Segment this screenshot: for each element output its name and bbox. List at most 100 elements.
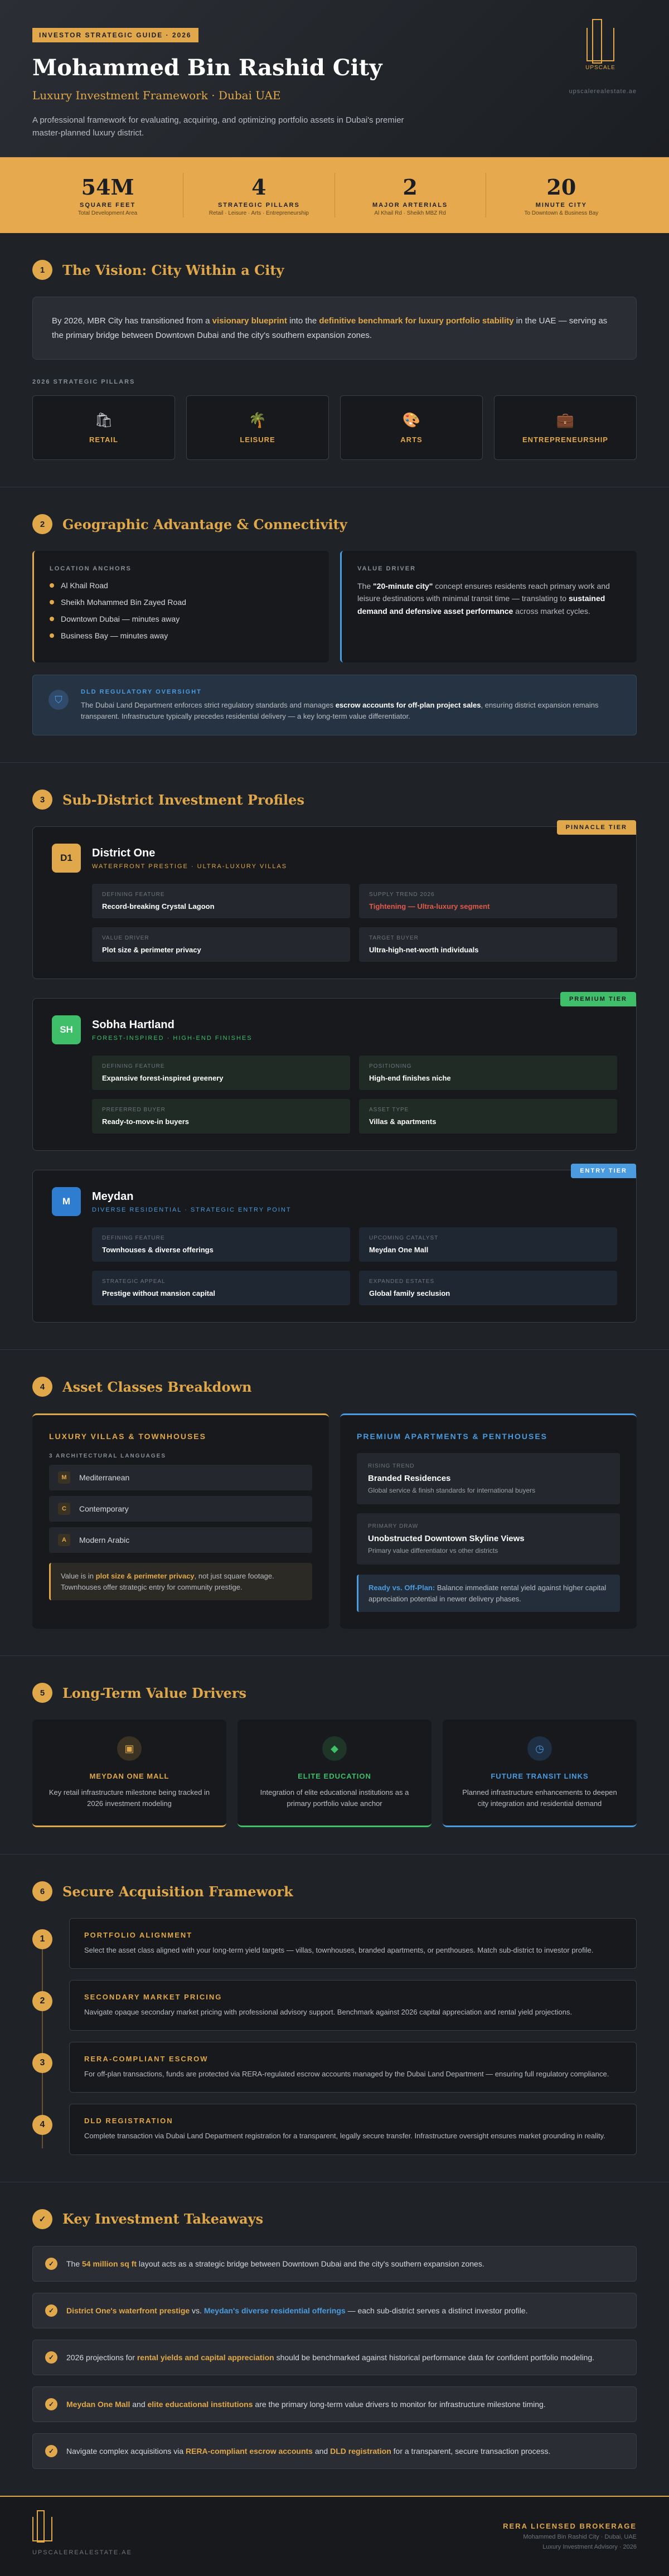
section-number: 2 <box>32 514 52 534</box>
check-icon: ✓ <box>45 2351 57 2364</box>
check-icon: ✓ <box>45 2398 57 2410</box>
list-item: A Modern Arabic <box>49 1527 312 1553</box>
list-item: Al Khail Road <box>50 581 313 590</box>
yield-note: Ready vs. Off-Plan: Balance immediate re… <box>357 1575 620 1612</box>
stat-caption: Total Development Area <box>78 210 138 216</box>
step-item: 3 RERA-COMPLIANT ESCROW For off-plan trans… <box>32 2042 637 2093</box>
district-name: Meydan <box>92 1190 134 1203</box>
list-item: M Mediterranean <box>49 1465 312 1490</box>
page-subtitle: Luxury Investment Framework · Dubai UAE <box>32 89 281 102</box>
stat-label: MINUTE CITY <box>535 201 588 209</box>
section-asset-classes: 4 Asset Classes Breakdown LUXURY VILLAS &… <box>0 1350 669 1656</box>
district-icon: M <box>52 1187 81 1216</box>
villas-card: LUXURY VILLAS & TOWNHOUSES 3 ARCHITECTUR… <box>32 1413 329 1629</box>
step-item: 4 DLD REGISTRATION Complete transaction vi… <box>32 2104 637 2155</box>
stat-number: 4 <box>251 174 266 200</box>
tier-badge: ENTRY TIER <box>571 1164 636 1178</box>
stat-item: 4 STRATEGIC PILLARS Retail · Leisure · Art… <box>183 173 335 217</box>
list-item: Business Bay — minutes away <box>50 631 313 640</box>
stat-label: STRATEGIC PILLARS <box>217 201 300 209</box>
stat-item: 54M SQUARE FEET Total Development Area <box>32 173 184 217</box>
takeaway-item: ✓ District One's waterfront prestige vs. … <box>32 2292 637 2328</box>
pillars-grid: 🛍 RETAIL 🌴 LEISURE 🎨 ARTS 💼 ENTREPRENEURSHIP <box>32 395 637 460</box>
clock-icon: ◷ <box>527 1736 552 1761</box>
stat-number: 2 <box>403 174 418 200</box>
takeaway-item: ✓ The 54 million sq ft layout acts as a s… <box>32 2245 637 2282</box>
brand-logo[interactable]: UPSCALE upscalerealestate.ae <box>564 19 637 95</box>
section-title: Asset Classes Breakdown <box>62 1378 252 1395</box>
tier-badge: PINNACLE TIER <box>556 820 636 835</box>
section-title: Long-Term Value Drivers <box>62 1684 246 1701</box>
driver-card: ◷ FUTURE TRANSIT LINKS Planned infrastruct… <box>443 1720 637 1827</box>
section-number: 4 <box>32 1377 52 1397</box>
stat-number: 54M <box>81 174 134 200</box>
stat-item: 2 MAJOR ARTERIALS Al Khail Rd · Sheikh MBZ… <box>335 173 486 217</box>
district-tagline: DIVERSE RESIDENTIAL · STRATEGIC ENTRY PO… <box>92 1206 292 1213</box>
section-title: Geographic Advantage & Connectivity <box>62 516 347 532</box>
district-card[interactable]: PINNACLE TIER D1 District One WATERFRONT P… <box>32 820 637 979</box>
section-value-drivers: 5 Long-Term Value Drivers ▣ MEYDAN ONE MAL… <box>0 1656 669 1854</box>
hero-description: A professional framework for evaluating,… <box>32 115 404 138</box>
brand-name: UPSCALE <box>585 65 615 71</box>
section-number: 3 <box>32 790 52 810</box>
footer: UPSCALEREALESTATE.AE RERA LICENSED BROKE… <box>0 2495 669 2576</box>
value-driver: VALUE DRIVER The "20-minute city" concep… <box>340 551 637 662</box>
driver-card: ▣ MEYDAN ONE MALL Key retail infrastructur… <box>32 1720 226 1827</box>
building-icon <box>586 19 614 64</box>
pillar-retail[interactable]: 🛍 RETAIL <box>32 395 175 460</box>
apartments-card: PREMIUM APARTMENTS & PENTHOUSES RISING T… <box>340 1413 637 1629</box>
check-icon: ✓ <box>45 2444 57 2457</box>
check-icon: ✓ <box>45 2304 57 2317</box>
district-tagline: WATERFRONT PRESTIGE · ULTRA-LUXURY VILLA… <box>92 863 288 870</box>
district-icon: D1 <box>52 844 81 873</box>
check-icon: ✓ <box>32 2209 52 2229</box>
stat-number: 20 <box>546 174 576 200</box>
district-card[interactable]: ENTRY TIER M Meydan DIVERSE RESIDENTIAL · … <box>32 1164 637 1323</box>
section-number: 5 <box>32 1683 52 1703</box>
stat-caption: Retail · Leisure · Arts · Entrepreneursh… <box>209 210 309 216</box>
district-name: Sobha Hartland <box>92 1018 174 1031</box>
list-item: Downtown Dubai — minutes away <box>50 614 313 623</box>
step-item: 2 SECONDARY MARKET PRICING Navigate opaque… <box>32 1980 637 2031</box>
takeaway-item: ✓ 2026 projections for rental yields and … <box>32 2339 637 2375</box>
education-icon: ◆ <box>322 1736 347 1761</box>
pillars-label: 2026 STRATEGIC PILLARS <box>32 379 135 385</box>
section-title: Key Investment Takeaways <box>62 2211 264 2228</box>
district-name: District One <box>92 846 156 859</box>
section-title: Secure Acquisition Framework <box>62 1883 293 1900</box>
building-icon <box>32 2510 52 2543</box>
stats-bar: 54M SQUARE FEET Total Development Area 4 ST… <box>0 157 669 233</box>
tier-badge: PREMIUM TIER <box>560 992 636 1006</box>
shield-icon: ⛉ <box>49 690 69 710</box>
step-item: 1 PORTFOLIO ALIGNMENT Select the asset cla… <box>32 1918 637 1969</box>
value-note: Value is in plot size & perimeter privac… <box>49 1563 312 1600</box>
section-acquisition: 6 Secure Acquisition Framework 1 PORTFOLIO… <box>0 1854 669 2182</box>
stat-item: 20 MINUTE CITY To Downtown & Business Bay <box>486 173 637 217</box>
regulatory-oversight: ⛉ DLD REGULATORY OVERSIGHT The Dubai Lan… <box>32 675 637 735</box>
briefcase-icon: 💼 <box>556 411 575 428</box>
section-subdistricts: 3 Sub-District Investment Profiles PINNAC… <box>0 763 669 1350</box>
footer-site-link[interactable]: UPSCALEREALESTATE.AE <box>32 2549 132 2556</box>
section-number: 1 <box>32 260 52 280</box>
section-vision: 1 The Vision: City Within a City By 2026,… <box>0 233 669 487</box>
section-number: 6 <box>32 1881 52 1901</box>
mall-icon: ▣ <box>117 1736 142 1761</box>
pillar-entrepreneurship[interactable]: 💼 ENTREPRENEURSHIP <box>494 395 637 460</box>
guide-tag: INVESTOR STRATEGIC GUIDE · 2026 <box>32 28 198 42</box>
check-icon: ✓ <box>45 2257 57 2270</box>
takeaway-item: ✓ Meydan One Mall and elite educational i… <box>32 2386 637 2422</box>
brand-site[interactable]: upscalerealestate.ae <box>569 88 637 95</box>
list-item: C Contemporary <box>49 1496 312 1522</box>
district-card[interactable]: PREMIUM TIER SH Sobha Hartland FOREST-INSP… <box>32 992 637 1151</box>
section-title: The Vision: City Within a City <box>62 262 284 278</box>
section-geography: 2 Geographic Advantage & Connectivity LOC… <box>0 487 669 763</box>
stat-label: MAJOR ARTERIALS <box>372 201 448 209</box>
district-icon: SH <box>52 1015 81 1044</box>
page-title: Mohammed Bin Rashid City <box>32 55 382 81</box>
stat-caption: Al Khail Rd · Sheikh MBZ Rd <box>374 210 446 216</box>
section-takeaways: ✓ Key Investment Takeaways ✓ The 54 millio… <box>0 2182 669 2496</box>
pillar-arts[interactable]: 🎨 ARTS <box>340 395 483 460</box>
shopping-bag-icon: 🛍 <box>94 411 113 428</box>
footer-title: RERA LICENSED BROKERAGE <box>503 2522 637 2531</box>
pillar-leisure[interactable]: 🌴 LEISURE <box>186 395 329 460</box>
